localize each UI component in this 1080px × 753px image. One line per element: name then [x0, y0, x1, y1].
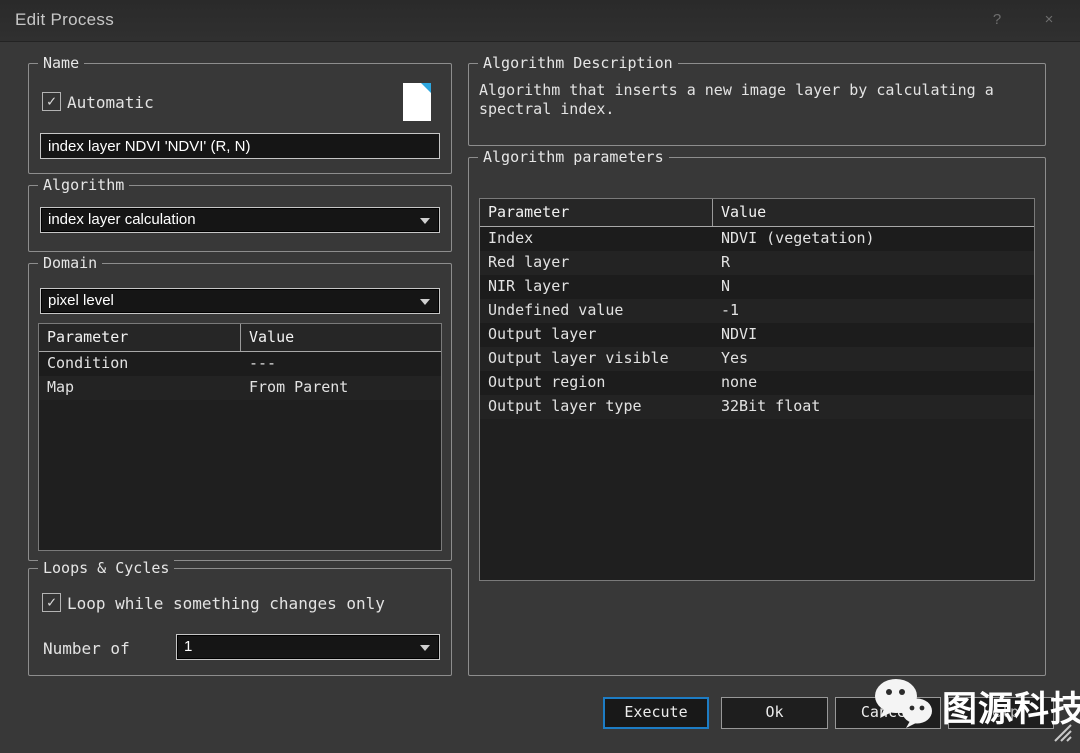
value-cell[interactable]: NDVI: [713, 323, 1034, 347]
loops-group-label: Loops & Cycles: [38, 559, 174, 577]
parameters-table-body: Index NDVI (vegetation) Red layer R NIR …: [480, 227, 1034, 419]
chevron-down-icon: [420, 299, 430, 305]
value-cell[interactable]: Yes: [713, 347, 1034, 371]
number-of-select[interactable]: 1: [176, 634, 440, 660]
column-header: Value: [241, 324, 441, 351]
algorithm-select[interactable]: index layer calculation: [40, 207, 440, 233]
loop-while-checkbox-label: Loop while something changes only: [67, 594, 385, 613]
algorithm-group: Algorithm index layer calculation: [28, 185, 452, 252]
domain-parameters-table: Parameter Value Condition --- Map From P…: [38, 323, 442, 551]
close-icon[interactable]: ×: [1036, 8, 1062, 32]
parameters-group-label: Algorithm parameters: [478, 148, 669, 166]
automatic-checkbox[interactable]: ✓: [42, 92, 61, 111]
ok-button[interactable]: Ok: [721, 697, 828, 729]
table-row[interactable]: Undefined value -1: [480, 299, 1034, 323]
table-header-row: Parameter Value: [39, 324, 441, 352]
value-cell[interactable]: none: [713, 371, 1034, 395]
value-cell[interactable]: R: [713, 251, 1034, 275]
number-of-value: 1: [184, 638, 192, 655]
loops-cycles-group: Loops & Cycles ✓ Loop while something ch…: [28, 568, 452, 676]
wechat-icon: [872, 678, 936, 734]
table-row[interactable]: Output region none: [480, 371, 1034, 395]
table-header-row: Parameter Value: [480, 199, 1034, 227]
title-bar: Edit Process ? ×: [0, 0, 1080, 42]
name-group-label: Name: [38, 54, 84, 72]
watermark-text: 图源科技: [942, 681, 1080, 732]
domain-group-label: Domain: [38, 254, 102, 272]
domain-group: Domain pixel level Parameter Value Condi…: [28, 263, 452, 561]
domain-select-value: pixel level: [48, 292, 114, 309]
table-row[interactable]: Red layer R: [480, 251, 1034, 275]
algorithm-group-label: Algorithm: [38, 176, 129, 194]
value-cell[interactable]: ---: [241, 352, 441, 376]
name-group: Name ✓ Automatic: [28, 63, 452, 174]
parameter-cell: Output layer: [480, 323, 713, 347]
table-row[interactable]: Output layer type 32Bit float: [480, 395, 1034, 419]
table-row[interactable]: Output layer NDVI: [480, 323, 1034, 347]
domain-table-body: Condition --- Map From Parent: [39, 352, 441, 400]
table-row[interactable]: Map From Parent: [39, 376, 441, 400]
parameter-cell: NIR layer: [480, 275, 713, 299]
algorithm-parameters-group: Algorithm parameters Parameter Value Ind…: [468, 157, 1046, 676]
parameter-cell: Output region: [480, 371, 713, 395]
algorithm-parameters-table: Parameter Value Index NDVI (vegetation) …: [479, 198, 1035, 581]
process-name-input[interactable]: [40, 133, 440, 159]
chevron-down-icon: [420, 218, 430, 224]
description-group-label: Algorithm Description: [478, 54, 678, 72]
dialog-title: Edit Process: [15, 10, 114, 30]
parameter-cell: Condition: [39, 352, 241, 376]
new-document-icon[interactable]: [402, 82, 432, 122]
watermark: 图源科技: [872, 678, 1080, 734]
table-row[interactable]: Condition ---: [39, 352, 441, 376]
chevron-down-icon: [420, 645, 430, 651]
parameter-cell: Undefined value: [480, 299, 713, 323]
column-header: Value: [713, 199, 1034, 226]
column-header: Parameter: [480, 199, 713, 226]
algorithm-description-text: Algorithm that inserts a new image layer…: [479, 81, 1031, 119]
parameter-cell: Index: [480, 227, 713, 251]
parameter-cell: Red layer: [480, 251, 713, 275]
automatic-checkbox-label: Automatic: [67, 93, 154, 112]
value-cell[interactable]: -1: [713, 299, 1034, 323]
value-cell[interactable]: 32Bit float: [713, 395, 1034, 419]
help-icon[interactable]: ?: [984, 8, 1010, 32]
loop-while-checkbox[interactable]: ✓: [42, 593, 61, 612]
parameter-cell: Output layer type: [480, 395, 713, 419]
number-of-label: Number of: [43, 639, 130, 658]
table-row[interactable]: Output layer visible Yes: [480, 347, 1034, 371]
table-row[interactable]: NIR layer N: [480, 275, 1034, 299]
table-row[interactable]: Index NDVI (vegetation): [480, 227, 1034, 251]
value-cell[interactable]: From Parent: [241, 376, 441, 400]
domain-select[interactable]: pixel level: [40, 288, 440, 314]
algorithm-description-group: Algorithm Description Algorithm that ins…: [468, 63, 1046, 146]
parameter-cell: Map: [39, 376, 241, 400]
value-cell[interactable]: N: [713, 275, 1034, 299]
column-header: Parameter: [39, 324, 241, 351]
parameter-cell: Output layer visible: [480, 347, 713, 371]
execute-button[interactable]: Execute: [603, 697, 709, 729]
algorithm-select-value: index layer calculation: [48, 211, 196, 228]
value-cell[interactable]: NDVI (vegetation): [713, 227, 1034, 251]
edit-process-dialog: { "window": { "title": "Edit Process", "…: [0, 0, 1080, 753]
